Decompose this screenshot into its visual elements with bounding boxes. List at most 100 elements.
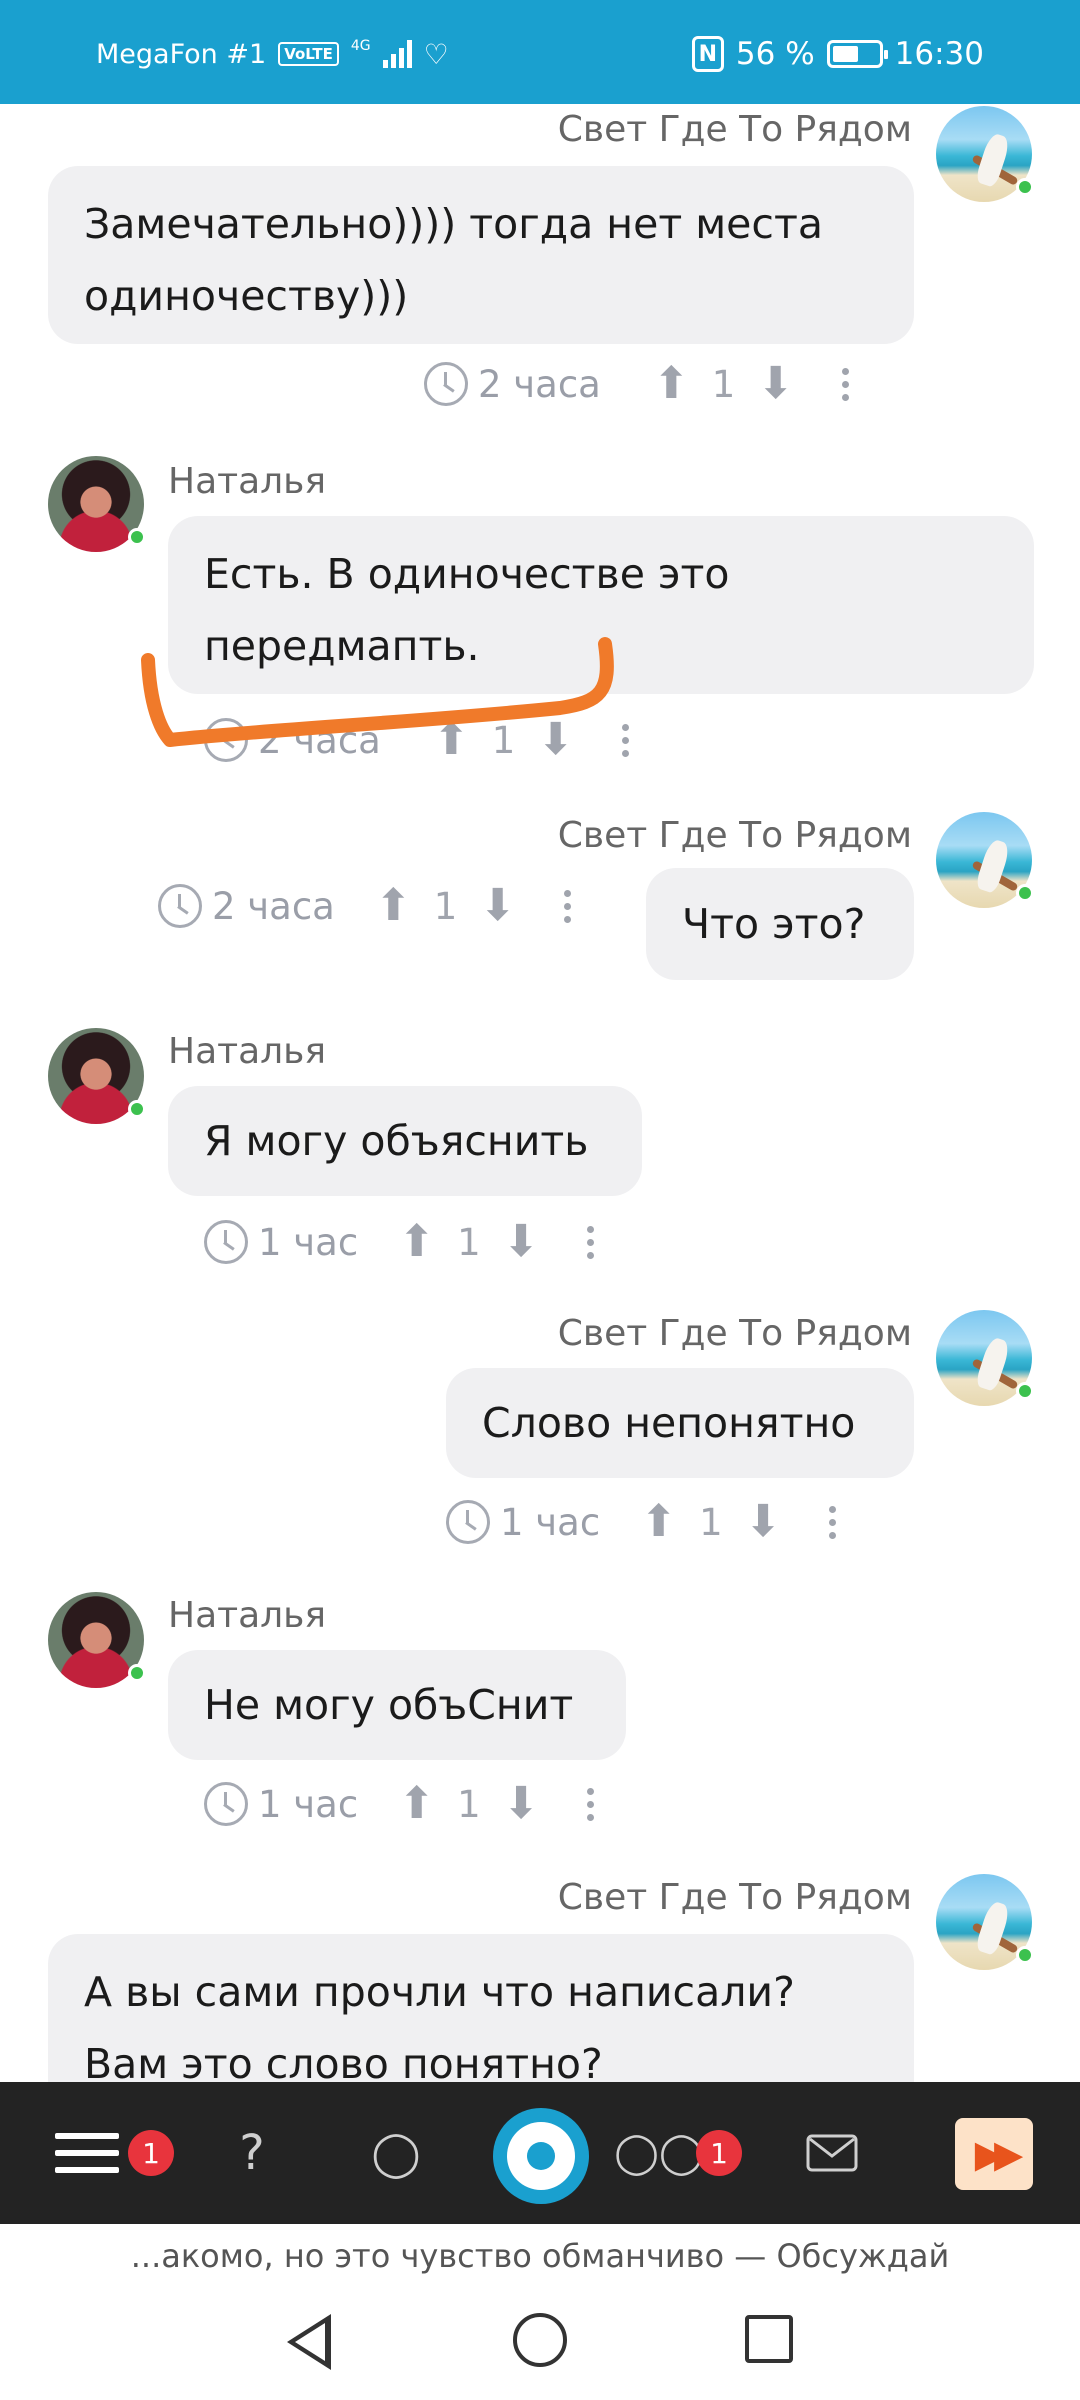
message-bubble[interactable]: Не могу объСнит (168, 1650, 626, 1760)
nfc-icon: N (691, 36, 724, 72)
system-nav-bar (0, 2288, 1080, 2400)
message-time: 2 часа (212, 884, 335, 928)
clock-icon (204, 718, 248, 762)
recent-apps-icon[interactable] (745, 2315, 793, 2363)
message-author[interactable]: Наталья (168, 460, 326, 504)
online-indicator (1016, 1382, 1034, 1400)
clock-icon (446, 1500, 490, 1544)
upvote-button[interactable]: ⬆ (375, 878, 412, 934)
upvote-button[interactable]: ⬆ (653, 356, 690, 412)
downvote-button[interactable]: ⬇ (757, 356, 794, 412)
chat-thread[interactable]: Свет Где То Рядом Замечательно)))) тогда… (0, 104, 1080, 2082)
mail-icon[interactable] (804, 2082, 860, 2224)
message-author[interactable]: Свет Где То Рядом (412, 814, 912, 858)
home-logo-button[interactable] (493, 2108, 589, 2204)
message-line: Я могу объяснить (204, 1117, 589, 1165)
avatar[interactable] (936, 106, 1034, 202)
online-indicator (128, 1664, 146, 1682)
upvote-button[interactable]: ⬆ (398, 1214, 435, 1270)
message-bubble[interactable]: А вы сами прочли что написали? Вам это с… (48, 1934, 914, 2082)
online-indicator (1016, 178, 1034, 196)
message-author[interactable]: Свет Где То Рядом (412, 108, 912, 152)
message-line: Слово непонятно (482, 1399, 856, 1447)
message-author[interactable]: Наталья (168, 1594, 326, 1638)
clock-icon (204, 1782, 248, 1826)
message-bubble[interactable]: Замечательно)))) тогда нет места одиноче… (48, 166, 914, 344)
question-icon[interactable]: ? (222, 2082, 282, 2224)
downvote-button[interactable]: ⬇ (479, 878, 516, 934)
message-bubble[interactable]: Что это? (646, 868, 914, 980)
status-bar: MegaFon #1 VoLTE 4G ♡ N 56 % 16:30 (0, 0, 1080, 104)
message-time: 1 час (258, 1782, 359, 1826)
message-bubble[interactable]: Я могу объяснить (168, 1086, 642, 1196)
network-type-label: 4G (350, 38, 371, 54)
message-author[interactable]: Свет Где То Рядом (412, 1876, 912, 1920)
downvote-button[interactable]: ⬇ (503, 1214, 540, 1270)
clock-icon (204, 1220, 248, 1264)
message-line: Что это? (682, 900, 866, 948)
avatar[interactable] (936, 1874, 1034, 1970)
online-indicator (128, 1100, 146, 1118)
upvote-button[interactable]: ⬆ (398, 1776, 435, 1832)
avatar[interactable] (936, 1310, 1034, 1406)
volte-icon: VoLTE (278, 42, 339, 66)
chats-badge: 1 (696, 2130, 742, 2176)
chats-icon[interactable]: ◯◯ (614, 2082, 704, 2224)
clock-icon (158, 884, 202, 928)
message-meta: 2 часа ⬆ 1 ⬇ (204, 712, 630, 768)
vote-count: 1 (433, 884, 458, 928)
vote-count: 1 (457, 1220, 481, 1264)
message-bubble[interactable]: Есть. В одиночестве это передмапть. (168, 516, 1034, 694)
signal-icon (382, 40, 412, 68)
message-meta: 1 час ⬆ 1 ⬇ (204, 1776, 595, 1832)
battery-icon (826, 40, 888, 68)
avatar[interactable] (48, 1028, 146, 1124)
battery-percent: 56 % (735, 36, 815, 72)
fast-forward-button[interactable]: ▶▶ (955, 2118, 1033, 2190)
vote-count: 1 (699, 1500, 723, 1544)
home-icon[interactable] (513, 2313, 567, 2367)
message-line: Есть. В одиночестве это (204, 550, 730, 598)
clock-icon (424, 362, 468, 406)
comment-icon[interactable]: ◯ (366, 2082, 426, 2224)
message-author[interactable]: Наталья (168, 1030, 326, 1074)
menu-badge: 1 (128, 2130, 174, 2176)
message-line: Не могу объСнит (204, 1681, 574, 1729)
downvote-button[interactable]: ⬇ (503, 1776, 540, 1832)
message-line: одиночеству))) (84, 272, 409, 320)
message-meta: 2 часа ⬆ 1 ⬇ (424, 356, 850, 412)
message-time: 1 час (500, 1500, 601, 1544)
message-line: Вам это слово понятно? (84, 2040, 603, 2082)
message-meta: 2 часа ⬆ 1 ⬇ (158, 878, 572, 934)
message-time: 2 часа (478, 362, 601, 406)
more-options-icon[interactable] (587, 1787, 595, 1821)
back-icon[interactable] (287, 2314, 331, 2370)
downvote-button[interactable]: ⬇ (537, 712, 574, 768)
message-line: передмапть. (204, 622, 480, 670)
message-meta: 1 час ⬆ 1 ⬇ (204, 1214, 595, 1270)
menu-button[interactable] (52, 2082, 122, 2224)
online-indicator (128, 528, 146, 546)
vote-count: 1 (457, 1782, 481, 1826)
message-line: Замечательно)))) тогда нет места (84, 200, 823, 248)
more-options-icon[interactable] (842, 367, 850, 401)
online-indicator (1016, 1946, 1034, 1964)
message-bubble[interactable]: Слово непонятно (446, 1368, 914, 1478)
avatar[interactable] (936, 812, 1034, 908)
downvote-button[interactable]: ⬇ (745, 1494, 782, 1550)
more-options-icon[interactable] (564, 889, 572, 923)
avatar[interactable] (48, 456, 146, 552)
more-options-icon[interactable] (829, 1505, 837, 1539)
message-meta: 1 час ⬆ 1 ⬇ (446, 1494, 837, 1550)
avatar[interactable] (48, 1592, 146, 1688)
news-ticker[interactable]: ...акомо, но это чувство обманчиво — Обс… (0, 2224, 1080, 2288)
upvote-button[interactable]: ⬆ (433, 712, 470, 768)
more-options-icon[interactable] (622, 723, 630, 757)
message-time: 2 часа (258, 718, 381, 762)
online-indicator (1016, 884, 1034, 902)
more-options-icon[interactable] (587, 1225, 595, 1259)
upvote-button[interactable]: ⬆ (640, 1494, 677, 1550)
message-line: А вы сами прочли что написали? (84, 1968, 795, 2016)
clock-time: 16:30 (894, 36, 984, 72)
message-author[interactable]: Свет Где То Рядом (412, 1312, 912, 1356)
